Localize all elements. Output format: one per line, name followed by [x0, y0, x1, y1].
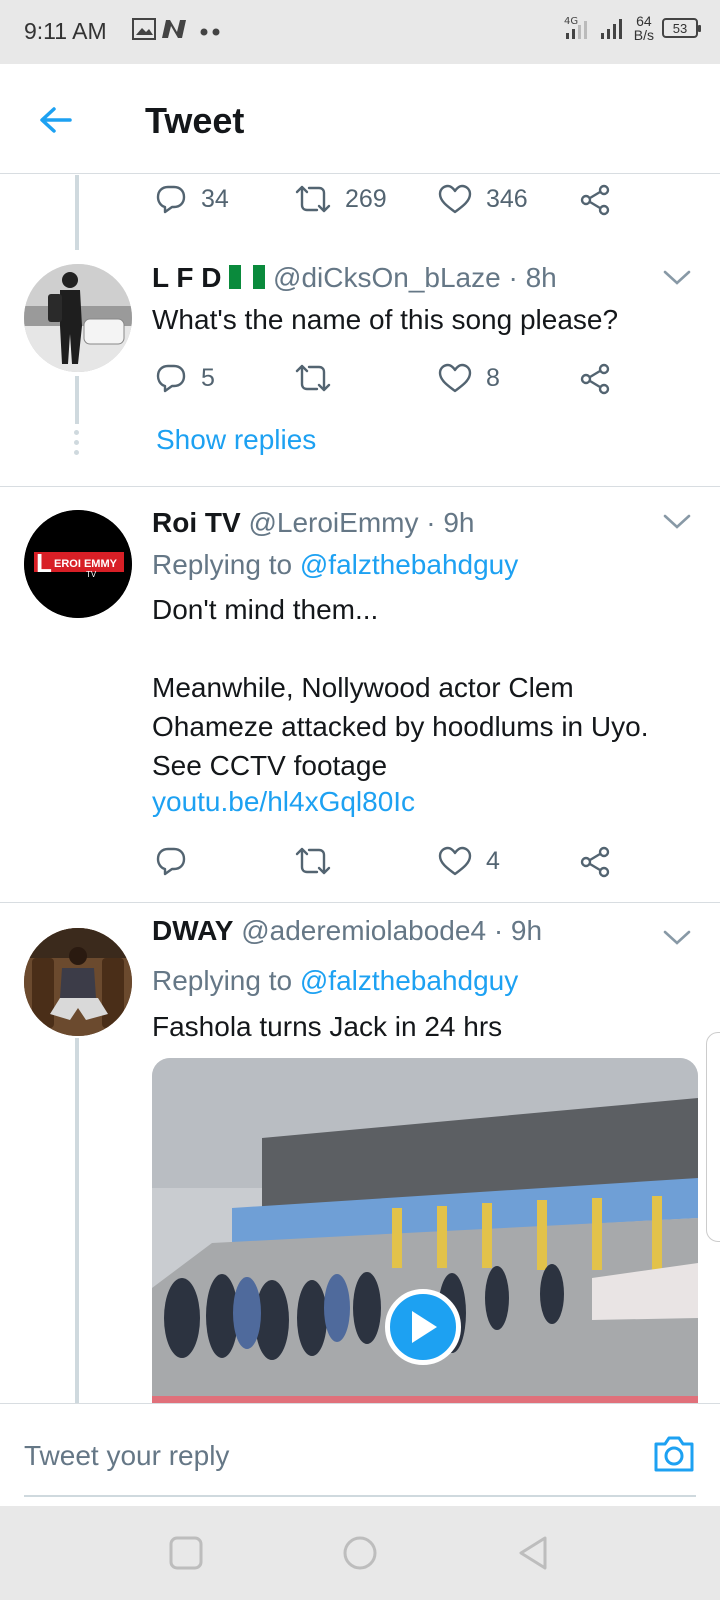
like-action[interactable]: 4 — [438, 845, 500, 877]
thread-dots — [74, 430, 80, 460]
status-bar: 9:11 AM 4G 64 B/s 53 — [0, 0, 720, 64]
divider — [0, 902, 720, 903]
avatar-logo-tv: TV — [86, 570, 97, 579]
display-name[interactable]: L F D — [152, 262, 221, 293]
tweet-time: · 8h — [508, 262, 557, 293]
like-count: 346 — [486, 184, 528, 213]
reply-icon — [156, 364, 186, 393]
reply-icon — [156, 847, 186, 876]
network-speed: 64 B/s — [633, 13, 654, 43]
system-nav-bar — [0, 1506, 720, 1600]
signal-icon — [600, 19, 622, 39]
reply-action[interactable]: 5 — [155, 362, 215, 394]
back-nav-icon[interactable] — [515, 1534, 553, 1572]
replying-to: Replying to @falzthebahdguy — [152, 965, 519, 996]
scroll-handle[interactable] — [706, 1032, 720, 1242]
thread-line — [75, 376, 79, 424]
battery-indicator: 53 — [662, 18, 701, 38]
chevron-down-icon[interactable] — [662, 928, 692, 948]
tweet-header: DWAY @aderemiolabode4 · 9h — [152, 915, 542, 947]
tweet-header: Roi TV @LeroiEmmy · 9h — [152, 507, 475, 539]
reply-count: 5 — [201, 363, 215, 392]
avatar[interactable] — [24, 264, 132, 372]
tweet-link[interactable]: youtu.be/hl4xGql80Ic — [152, 786, 415, 818]
reply-composer: Tweet your reply — [0, 1403, 720, 1506]
reply-action[interactable] — [155, 845, 201, 877]
flag-emoji — [229, 264, 266, 289]
mention-link[interactable]: @falzthebahdguy — [300, 549, 518, 580]
tweet-time: · 9h — [426, 507, 475, 538]
top-app-bar: Tweet — [0, 64, 720, 174]
tweet-time: · 9h — [493, 915, 543, 946]
reply-action[interactable]: 34 — [155, 183, 229, 215]
signal-4g-icon: 4G — [564, 16, 587, 39]
avatar-logo: L EROI EMMY TV — [24, 510, 132, 618]
retweet-action[interactable]: 269 — [295, 183, 387, 215]
show-replies-link[interactable]: Show replies — [156, 424, 316, 456]
reply-icon — [156, 185, 186, 214]
user-handle[interactable]: @diCksOn_bLaze — [273, 262, 501, 293]
tweet-text: Don't mind them... Meanwhile, Nollywood … — [152, 594, 649, 781]
avatar-photo — [24, 264, 132, 372]
home-icon[interactable] — [341, 1534, 379, 1572]
share-icon[interactable] — [580, 846, 612, 878]
like-action[interactable]: 346 — [438, 183, 528, 215]
display-name[interactable]: DWAY — [152, 915, 233, 946]
retweet-count: 269 — [345, 184, 387, 213]
reply-count: 34 — [201, 184, 229, 213]
status-time: 9:11 AM — [24, 18, 107, 44]
retweet-icon — [295, 185, 331, 213]
retweet-action[interactable] — [295, 845, 345, 877]
gallery-icon — [132, 18, 156, 40]
back-arrow-icon[interactable] — [36, 100, 76, 140]
tweet-text: Fashola turns Jack in 24 hrs — [152, 1011, 503, 1042]
avatar[interactable]: L EROI EMMY TV — [24, 510, 132, 618]
avatar-logo-text: EROI EMMY — [54, 558, 118, 570]
chevron-down-icon[interactable] — [662, 512, 692, 532]
user-handle[interactable]: @LeroiEmmy — [248, 507, 418, 538]
share-icon[interactable] — [580, 363, 612, 395]
thread-line — [75, 175, 79, 250]
video-thumbnail[interactable] — [152, 1058, 698, 1403]
avatar-logo-letter: L — [36, 548, 52, 578]
avatar[interactable] — [24, 928, 132, 1036]
user-handle[interactable]: @aderemiolabode4 — [241, 915, 486, 946]
chevron-down-icon[interactable] — [662, 268, 692, 288]
svg-text:4G: 4G — [564, 16, 578, 27]
retweet-icon — [295, 364, 331, 392]
reply-underline — [24, 1495, 696, 1497]
like-count: 4 — [486, 846, 500, 875]
retweet-icon — [295, 847, 331, 875]
play-icon — [412, 1311, 437, 1343]
like-icon — [438, 184, 472, 214]
display-name[interactable]: Roi TV — [152, 507, 241, 538]
camera-icon[interactable] — [652, 1434, 696, 1474]
page-title: Tweet — [145, 100, 245, 141]
like-icon — [438, 846, 472, 876]
recent-apps-icon[interactable] — [167, 1534, 205, 1572]
app-n-icon — [162, 20, 186, 38]
divider — [0, 486, 720, 487]
replying-to: Replying to @falzthebahdguy — [152, 549, 519, 580]
avatar-photo — [24, 928, 132, 1036]
thread-line — [75, 1038, 79, 1406]
reply-input[interactable]: Tweet your reply — [24, 1440, 229, 1472]
retweet-action[interactable] — [295, 362, 345, 394]
mention-link[interactable]: @falzthebahdguy — [300, 965, 518, 996]
play-button[interactable] — [385, 1289, 461, 1365]
like-icon — [438, 363, 472, 393]
tweet-text: What's the name of this song please? — [152, 304, 619, 335]
like-count: 8 — [486, 363, 500, 392]
tweet-header: L F D @diCksOn_bLaze · 8h — [152, 262, 557, 294]
like-action[interactable]: 8 — [438, 362, 500, 394]
share-icon[interactable] — [580, 184, 612, 216]
more-notifications-icon — [200, 28, 220, 36]
